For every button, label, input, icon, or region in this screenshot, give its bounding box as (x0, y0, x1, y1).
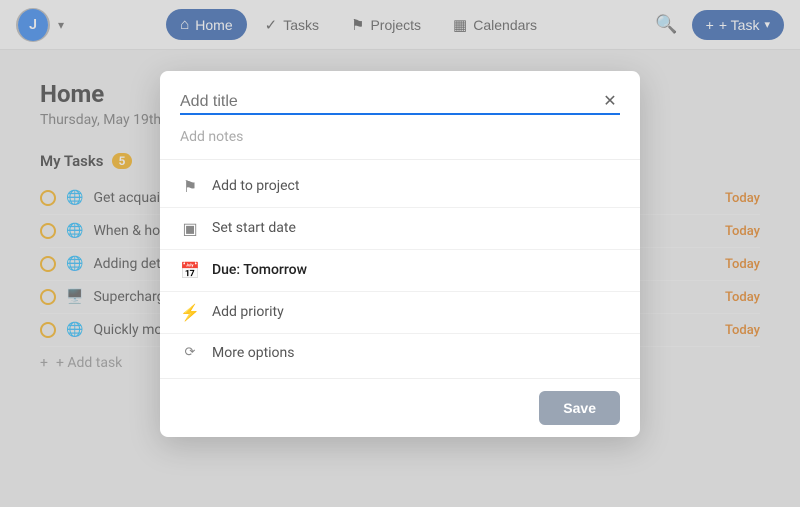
modal-dialog: ✕ Add notes ⚑ Add to project ▣ Set start… (160, 71, 640, 437)
option-more-options[interactable]: ⟳ More options (160, 334, 640, 372)
option-set-start-date-label: Set start date (212, 220, 296, 236)
modal-close-button[interactable]: ✕ (596, 87, 624, 115)
modal-header: ✕ (160, 71, 640, 115)
modal-footer: Save (160, 378, 640, 437)
option-add-priority[interactable]: ⚡ Add priority (160, 292, 640, 334)
modal-title-underline (180, 113, 620, 115)
option-more-options-label: More options (212, 345, 295, 361)
priority-icon: ⚡ (180, 303, 200, 322)
option-add-to-project-label: Add to project (212, 178, 299, 194)
modal-notes[interactable]: Add notes (160, 125, 640, 160)
start-date-icon: ▣ (180, 219, 200, 238)
option-add-to-project[interactable]: ⚑ Add to project (160, 166, 640, 208)
modal-title-input[interactable] (180, 93, 620, 111)
option-due-tomorrow[interactable]: 📅 Due: Tomorrow (160, 250, 640, 292)
option-due-tomorrow-label: Due: Tomorrow (212, 262, 307, 278)
save-button[interactable]: Save (539, 391, 620, 425)
close-icon: ✕ (603, 91, 616, 111)
modal-options: ⚑ Add to project ▣ Set start date 📅 Due:… (160, 160, 640, 378)
option-add-priority-label: Add priority (212, 304, 284, 320)
option-set-start-date[interactable]: ▣ Set start date (160, 208, 640, 250)
due-date-icon: 📅 (180, 261, 200, 280)
project-icon: ⚑ (180, 177, 200, 196)
more-options-icon: ⟳ (180, 345, 200, 360)
modal-overlay: ✕ Add notes ⚑ Add to project ▣ Set start… (0, 0, 800, 507)
